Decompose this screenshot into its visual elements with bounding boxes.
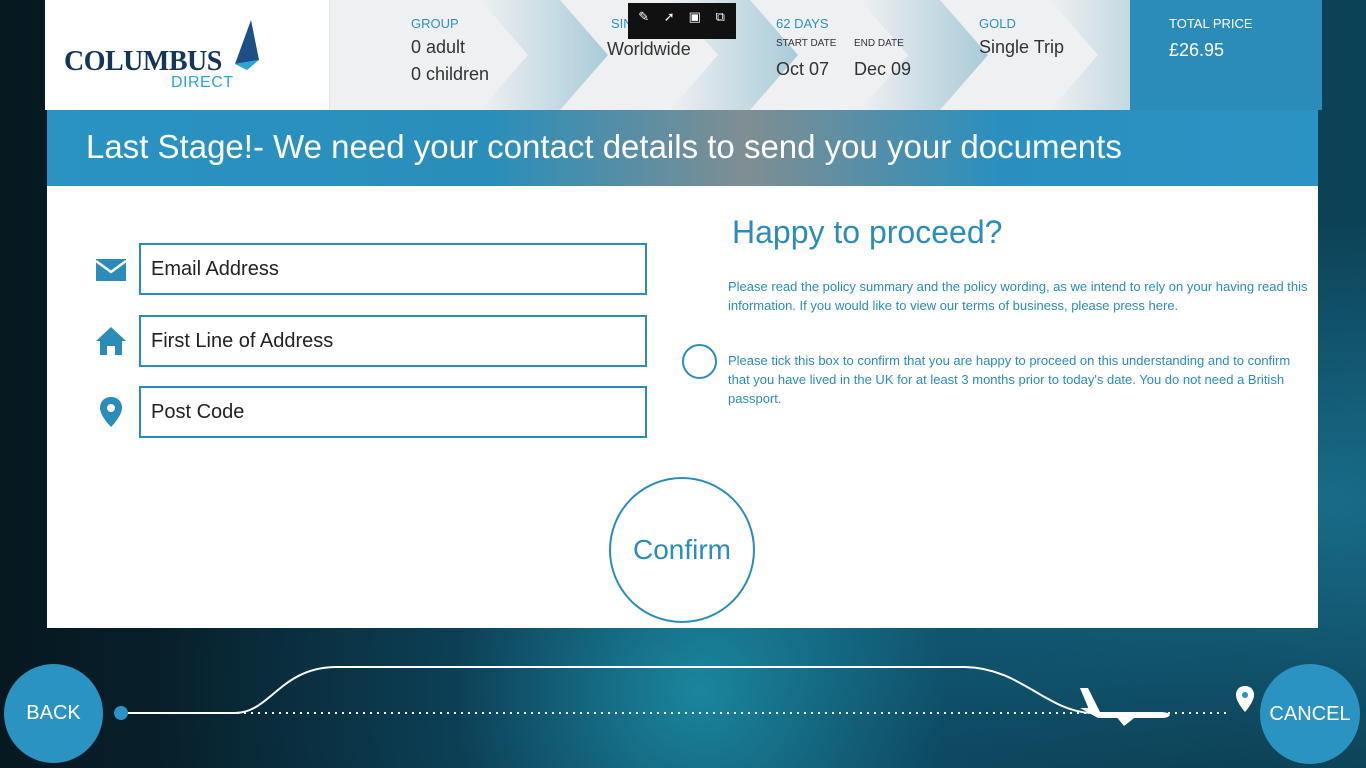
contact-details-panel: Happy to proceed? Please read the policy…	[47, 186, 1318, 628]
journey-progress	[114, 666, 1254, 726]
group-children: 0 children	[411, 64, 490, 84]
end-date-label: END DATE	[854, 38, 904, 49]
page-title: Last Stage!- We need your contact detail…	[86, 128, 1122, 165]
confirm-checkbox[interactable]	[682, 344, 717, 379]
logo-sub-text: DIRECT	[171, 74, 234, 91]
floating-toolbar: ✎ ➚ ▣ ⧉	[628, 3, 736, 39]
days-label: 62 DAYS	[776, 16, 829, 31]
destination-pin-icon	[1236, 686, 1254, 712]
journey-start-dot	[114, 706, 128, 720]
address-field[interactable]	[139, 315, 647, 367]
email-field[interactable]	[139, 243, 647, 295]
back-button[interactable]: BACK	[4, 664, 103, 763]
confirm-button[interactable]: Confirm	[609, 477, 755, 623]
total-price-value: £26.95	[1169, 40, 1225, 60]
group-label: GROUP	[411, 16, 459, 31]
logo-sail-icon	[235, 20, 259, 70]
home-icon	[96, 327, 126, 355]
total-price-box: TOTAL PRICE £26.95	[1130, 0, 1322, 110]
destination-value: Worldwide	[607, 39, 691, 59]
journey-arc	[125, 666, 1091, 714]
policy-summary-text[interactable]: Please read the policy summary and the p…	[728, 277, 1308, 315]
start-date-label: START DATE	[776, 38, 837, 49]
group-adults: 0 adult	[411, 37, 466, 57]
start-date-value: Oct 07	[776, 59, 830, 79]
stage-banner: Last Stage!- We need your contact detail…	[47, 110, 1318, 186]
airplane-icon	[1080, 688, 1170, 726]
cancel-button[interactable]: CANCEL	[1260, 664, 1360, 764]
edit-icon[interactable]: ✎	[634, 8, 654, 26]
confirm-checkbox-label: Please tick this box to confirm that you…	[728, 353, 1291, 406]
pointer-icon[interactable]: ➚	[660, 8, 680, 26]
fullscreen-icon[interactable]: ▣	[685, 8, 705, 26]
cover-label: GOLD	[979, 16, 1016, 31]
end-date-value: Dec 09	[854, 59, 912, 79]
location-pin-icon	[100, 397, 122, 427]
cover-value: Single Trip	[979, 37, 1065, 57]
total-chevron	[1129, 0, 1169, 110]
logo: COLUMBUS DIRECT	[45, 0, 330, 110]
proceed-heading: Happy to proceed?	[732, 214, 1003, 250]
postcode-field[interactable]	[139, 386, 647, 438]
total-price-label: TOTAL PRICE	[1169, 16, 1253, 31]
envelope-icon	[95, 259, 127, 281]
screen-share-icon[interactable]: ⧉	[711, 8, 731, 26]
